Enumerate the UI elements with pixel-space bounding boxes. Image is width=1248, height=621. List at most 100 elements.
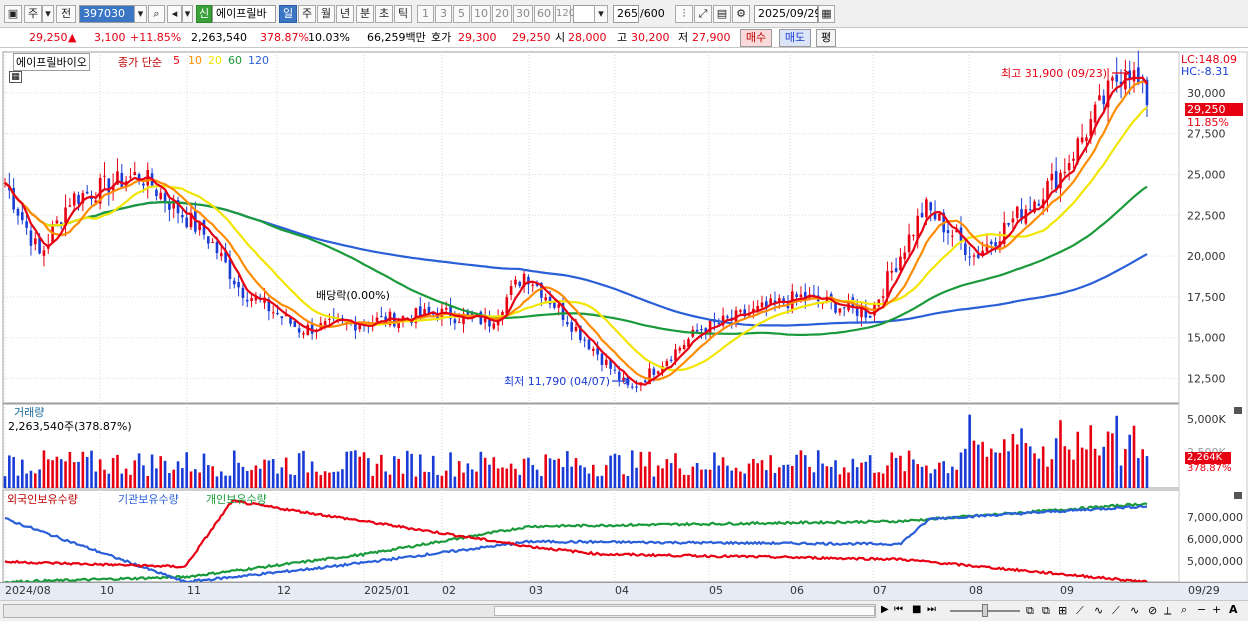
fast-forward-icon[interactable]: ⏭: [927, 604, 936, 615]
zoom-slider-handle[interactable]: [982, 604, 988, 617]
erase-tool-icon[interactable]: ⟂: [1164, 604, 1171, 618]
volume-bar: [405, 450, 409, 488]
volume-bar: [25, 473, 28, 488]
wave-tool-icon[interactable]: ∿: [1094, 604, 1103, 617]
volume-bar: [708, 469, 712, 488]
pane-close-icon: [1234, 407, 1242, 414]
magnify-icon[interactable]: ⌕: [1181, 603, 1187, 617]
candle-body: [652, 368, 656, 375]
volume-bar: [120, 473, 124, 488]
grid-icon[interactable]: ⊞: [1058, 604, 1067, 617]
volume-bar: [466, 463, 470, 488]
candle-body: [574, 326, 578, 331]
candle-body: [1050, 173, 1054, 181]
candle-body: [1093, 104, 1097, 123]
volume-bar: [232, 450, 236, 488]
volume-bar: [345, 451, 349, 488]
candle-body: [518, 281, 522, 287]
price-ytick: 17,500: [1187, 291, 1226, 304]
volume-bar: [1111, 433, 1114, 488]
candle-body: [613, 369, 617, 371]
volume-bar: [604, 465, 608, 488]
price-ytick: 25,000: [1187, 168, 1226, 181]
volume-pane-value: 2,263,540주(378.87%): [8, 420, 132, 433]
volume-bar: [1102, 446, 1106, 488]
candle-body: [280, 316, 284, 319]
draw-tool-icon[interactable]: ∿: [1130, 604, 1139, 617]
candle-body: [972, 255, 976, 257]
legend-inst-holding: 기관보유수량: [118, 493, 179, 506]
volume-bar: [431, 455, 435, 488]
volume-bar: [929, 473, 933, 488]
candle-body: [592, 348, 595, 351]
date-label-11: 11: [187, 584, 201, 597]
volume-bar: [336, 471, 340, 488]
volume-bar: [505, 468, 509, 488]
text-tool-icon[interactable]: ⊘: [1148, 604, 1157, 617]
volume-bar: [548, 458, 552, 488]
volume-bar: [886, 465, 889, 488]
volume-bar: [254, 465, 258, 488]
volume-bar: [989, 448, 993, 488]
volume-bar: [59, 459, 63, 488]
volume-bar: [829, 466, 833, 488]
volume-bar: [531, 464, 535, 488]
volume-bar: [1015, 444, 1019, 488]
rewind-icon[interactable]: ⏮: [894, 604, 903, 615]
volume-bar: [68, 451, 72, 488]
volume-bar: [42, 450, 46, 488]
chart-canvas[interactable]: 30,000 27,500 25,000 22,500 20,000 17,500 15,0…: [0, 0, 1248, 621]
volume-bar: [194, 469, 197, 488]
horizontal-scrollbar[interactable]: [3, 604, 876, 618]
candle-body: [678, 347, 682, 351]
volume-bar: [129, 474, 132, 488]
date-label-2025-01: 2025/01: [364, 584, 410, 597]
volume-bar: [920, 466, 924, 488]
volume-bar: [12, 457, 15, 488]
volume-bar: [665, 459, 669, 488]
trend-tool-icon[interactable]: ⟋: [1076, 604, 1084, 618]
volume-bar: [998, 452, 1002, 488]
volume-bar: [981, 441, 984, 488]
volume-bar: [622, 474, 625, 488]
candle-body: [860, 308, 863, 318]
volume-bar: [643, 466, 647, 488]
zoom-in-icon[interactable]: +: [1212, 603, 1221, 616]
volume-bar: [55, 456, 59, 488]
calculator-icon[interactable]: ▦: [9, 71, 22, 83]
volume-bar: [812, 472, 816, 488]
volume-bar: [1072, 459, 1075, 488]
font-size-icon[interactable]: A: [1229, 603, 1238, 616]
candle-body: [1102, 95, 1106, 105]
volume-bar: [518, 474, 522, 488]
volume-bar: [51, 460, 54, 488]
volume-bar: [483, 457, 487, 488]
volume-bar: [72, 462, 76, 488]
scroll-right-icon[interactable]: ▶: [881, 604, 889, 615]
candle-body: [250, 298, 253, 301]
scrollbar-thumb[interactable]: [494, 606, 875, 616]
fibo-tool-icon[interactable]: ⟋: [1112, 604, 1120, 618]
candle-body: [903, 252, 907, 259]
candle-body: [1115, 74, 1119, 82]
volume-bar: [289, 474, 292, 488]
volume-bar: [803, 455, 807, 488]
candle-body: [245, 299, 249, 302]
candle-body: [1011, 218, 1015, 223]
volume-bar: [1115, 415, 1119, 488]
copy-icon[interactable]: ⧉: [1042, 604, 1050, 618]
layout-icon[interactable]: ⧉: [1026, 604, 1034, 618]
candle-body: [1098, 95, 1101, 101]
candle-body: [21, 212, 24, 221]
volume-bar: [1028, 446, 1032, 488]
candle-body: [42, 250, 46, 256]
volume-bar: [85, 457, 89, 488]
candle-body: [1015, 206, 1019, 218]
stop-icon[interactable]: ■: [912, 604, 921, 615]
zoom-out-icon[interactable]: −: [1197, 603, 1206, 616]
candle-body: [1085, 137, 1088, 141]
volume-bar: [29, 470, 33, 488]
candle-body: [630, 386, 634, 388]
volume-bar: [33, 473, 37, 488]
ma-legend-5: 5: [173, 54, 180, 67]
